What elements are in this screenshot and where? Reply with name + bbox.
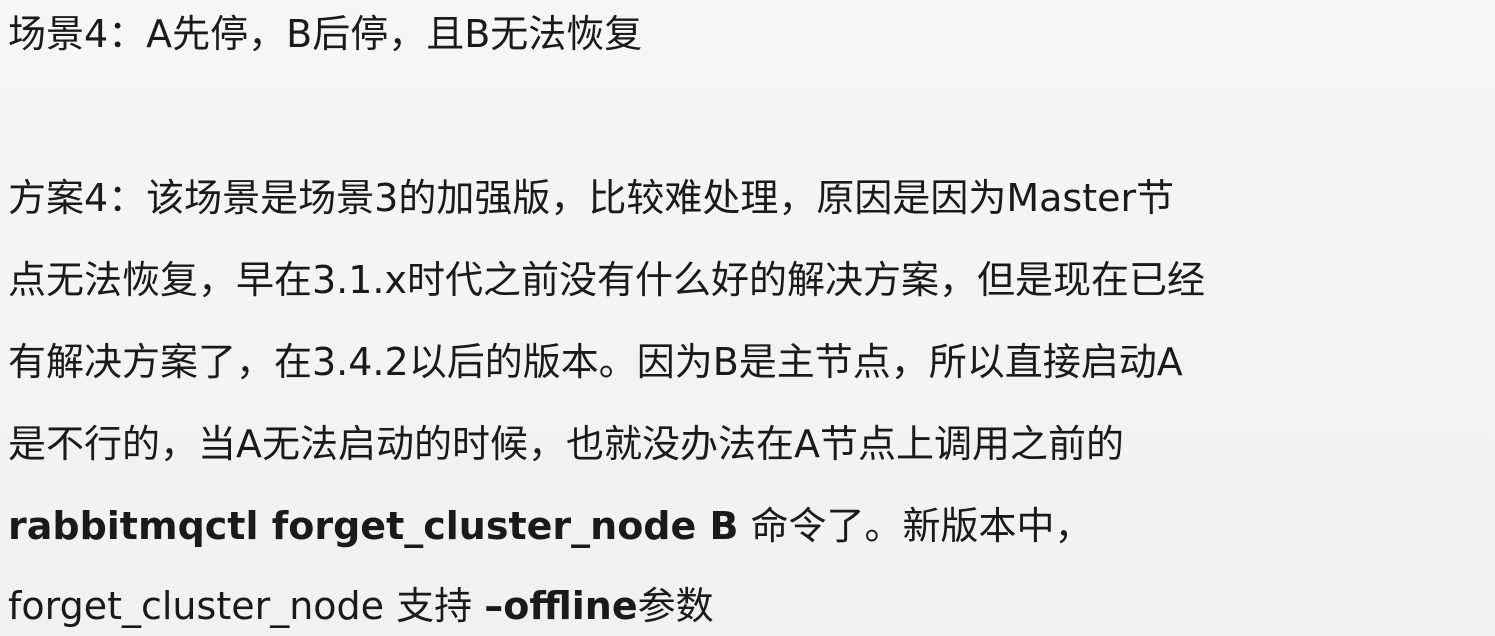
solution-line-2: 点无法恢复，早在3.1.x时代之前没有什么好的解决方案，但是现在已经 <box>8 258 1206 302</box>
offline-suffix: 参数 <box>637 584 714 628</box>
document-page: 场景4：A先停，B后停，且B无法恢复 方案4：该场景是场景3的加强版，比较难处理… <box>0 0 1495 636</box>
solution-line-1: 方案4：该场景是场景3的加强版，比较难处理，原因是因为Master节 <box>8 176 1175 220</box>
offline-prefix: forget_cluster_node 支持 <box>8 584 485 628</box>
solution-line-4: 是不行的，当A无法启动的时候，也就没办法在A节点上调用之前的 <box>8 422 1124 466</box>
scenario-heading: 场景4：A先停，B后停，且B无法恢复 <box>8 12 643 56</box>
offline-flag: –offline <box>484 584 638 628</box>
command-line: rabbitmqctl forget_cluster_node B 命令了。新版… <box>8 502 1093 550</box>
offline-line: forget_cluster_node 支持 –offline参数 <box>8 582 714 630</box>
solution-line-3: 有解决方案了，在3.4.2以后的版本。因为B是主节点，所以直接启动A <box>8 340 1183 384</box>
command-text: rabbitmqctl forget_cluster_node B <box>8 504 739 548</box>
command-suffix: 命令了。新版本中， <box>738 504 1093 548</box>
